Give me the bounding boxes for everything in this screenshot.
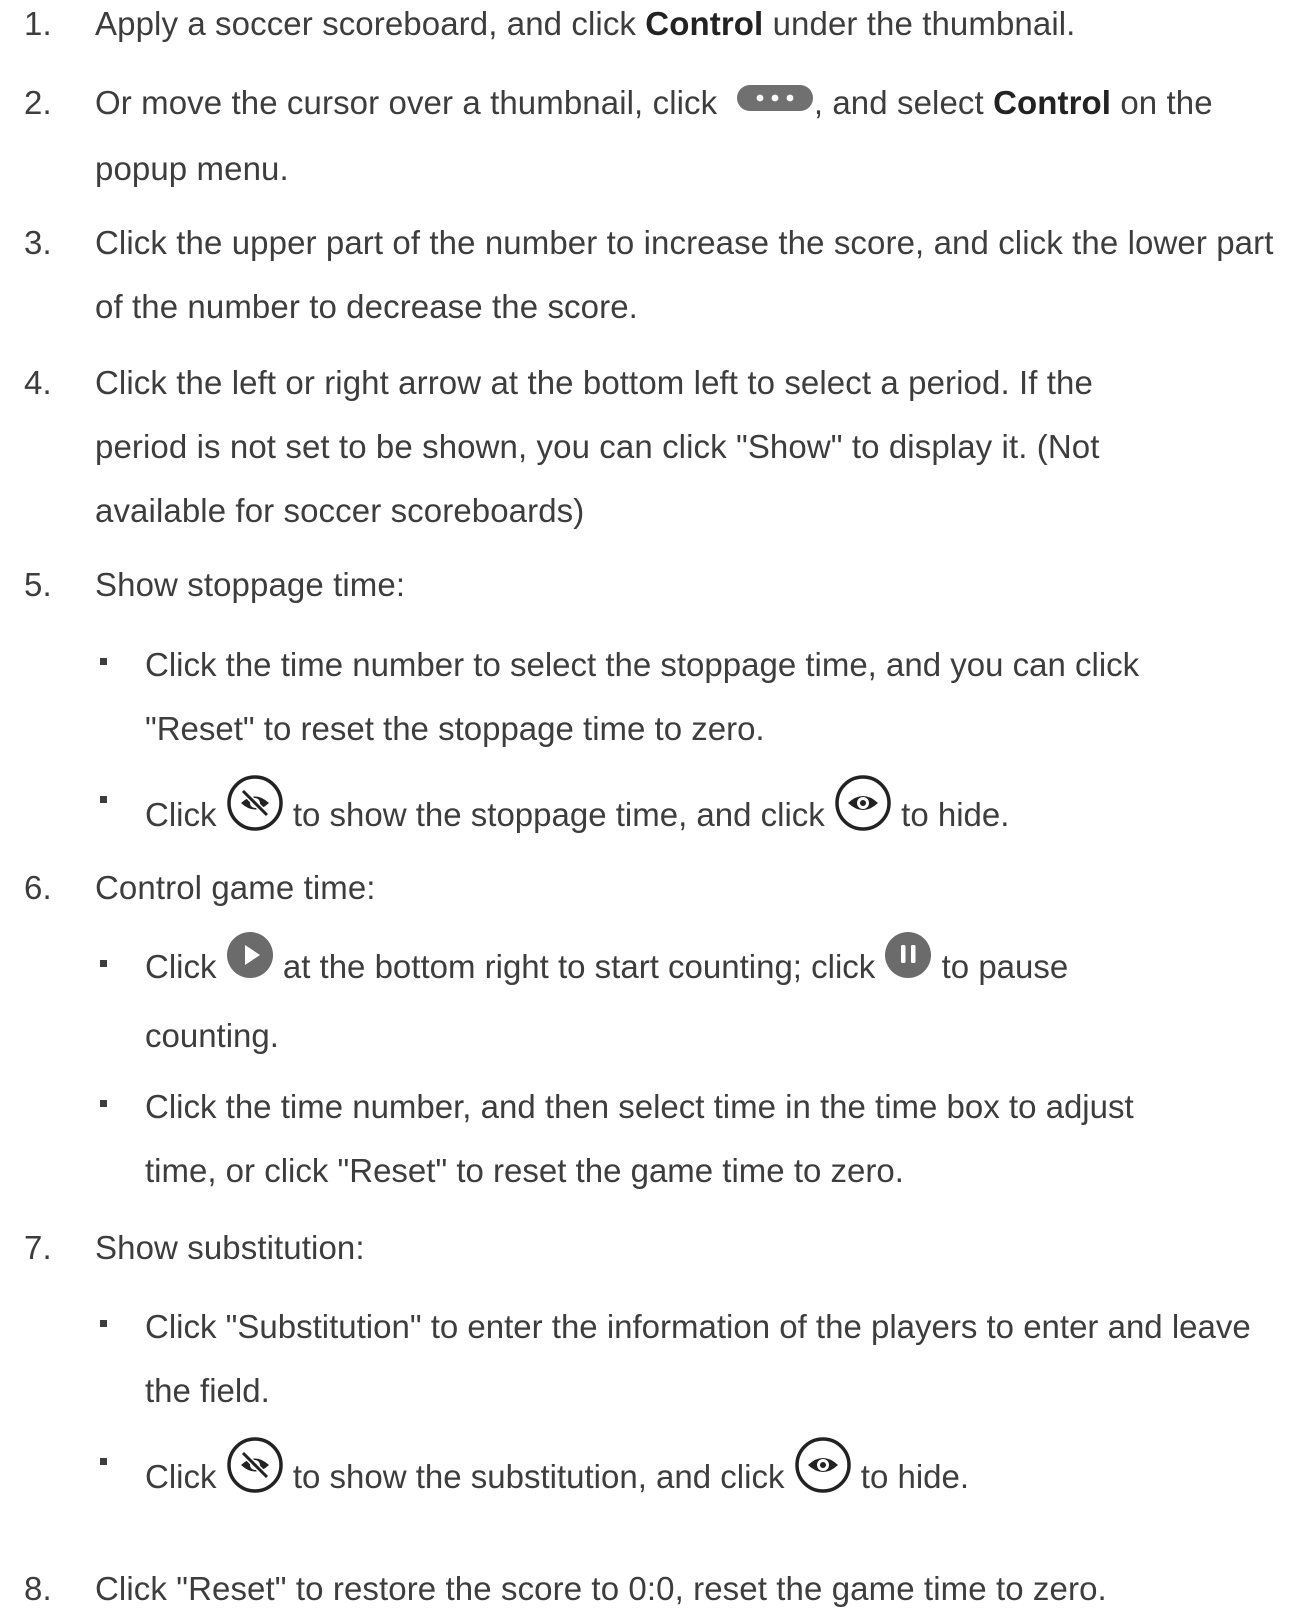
substep-text: Click to show the substitution, and clic… [145, 1437, 1282, 1519]
step-number: 5. [24, 566, 52, 603]
pause-icon [884, 931, 932, 1000]
eye-off-icon [226, 1436, 284, 1515]
control-label: Control [993, 84, 1112, 121]
step-number: 2. [24, 84, 52, 121]
substep-text: Click to show the stoppage time, and cli… [145, 775, 1282, 857]
step-number: 7. [24, 1229, 52, 1266]
step-text: Control game time: [95, 869, 376, 906]
step-text: Show stoppage time: [95, 566, 406, 603]
step-number: 4. [24, 364, 52, 401]
substep-text: Click at the bottom right to start count… [145, 932, 1172, 1068]
step-number: 8. [24, 1570, 52, 1607]
bullet-icon [100, 1458, 107, 1465]
substep-text: Click the time number, and then select t… [145, 1088, 1134, 1189]
substep-text: Click "Substitution" to enter the inform… [145, 1308, 1251, 1409]
step-text: Click the left or right arrow at the bot… [95, 364, 1100, 529]
eye-off-icon [226, 774, 284, 853]
control-label: Control [645, 5, 764, 42]
step-text: Click "Reset" to restore the score to 0:… [95, 1570, 1107, 1607]
eye-icon [834, 774, 892, 853]
play-icon [226, 931, 274, 1000]
step-text: Apply a soccer scoreboard, and click Con… [95, 5, 1076, 42]
bullet-icon [100, 796, 107, 803]
step-text: Or move the cursor over a thumbnail, cli… [95, 71, 1292, 201]
bullet-icon [100, 1100, 107, 1107]
substep-text: Click the time number to select the stop… [145, 646, 1140, 747]
eye-icon [794, 1436, 852, 1515]
more-options-icon [736, 69, 814, 133]
bullet-icon [100, 658, 107, 665]
step-text: Click the upper part of the number to in… [95, 224, 1274, 325]
bullet-icon [100, 960, 107, 967]
step-number: 6. [24, 869, 52, 906]
step-number: 1. [24, 5, 52, 42]
step-number: 3. [24, 224, 52, 261]
bullet-icon [100, 1320, 107, 1327]
step-text: Show substitution: [95, 1229, 365, 1266]
